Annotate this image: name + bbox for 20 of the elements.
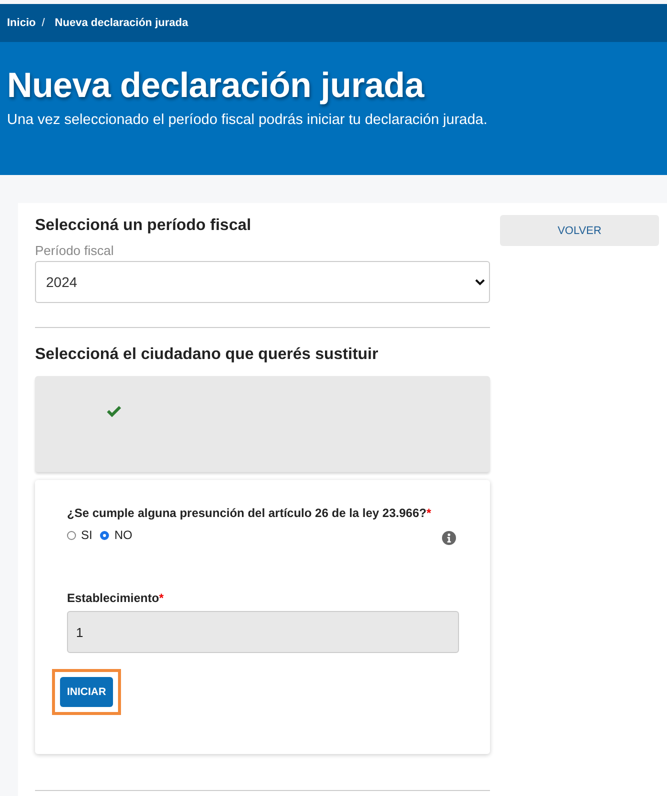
radio-label: SI	[81, 528, 92, 542]
field-label: Período fiscal	[35, 243, 115, 258]
back-button[interactable]: VOLVER	[500, 215, 659, 246]
start-button[interactable]: INICIAR	[60, 677, 114, 707]
radio-label: NO	[114, 528, 132, 542]
breadcrumb-link[interactable]: Inicio	[7, 17, 36, 29]
breadcrumb-link[interactable]: Nueva declaración jurada	[54, 17, 188, 29]
page-subtitle: Una vez seleccionado el período fiscal podrás iniciar tu declaración jurada.	[7, 112, 488, 128]
question-label: ¿Se cumple alguna presunción del artículo 26 de la ley 23.966?*	[67, 506, 432, 520]
radio-button[interactable]	[67, 530, 76, 540]
radio-button[interactable]	[100, 530, 110, 540]
section-heading: Seleccioná el ciudadano que querés sustituir	[35, 346, 380, 364]
field-label: Establecimiento*	[67, 591, 165, 605]
page-title: Nueva declaración jurada	[7, 66, 426, 106]
chevron-down-icon	[475, 278, 485, 286]
establishment-field[interactable]: 1	[67, 611, 459, 653]
info-icon[interactable]	[442, 531, 456, 545]
breadcrumb-separator: /	[42, 17, 45, 29]
section-heading: Seleccioná un período fiscal	[35, 217, 252, 235]
period-select[interactable]: 2024	[35, 261, 490, 303]
